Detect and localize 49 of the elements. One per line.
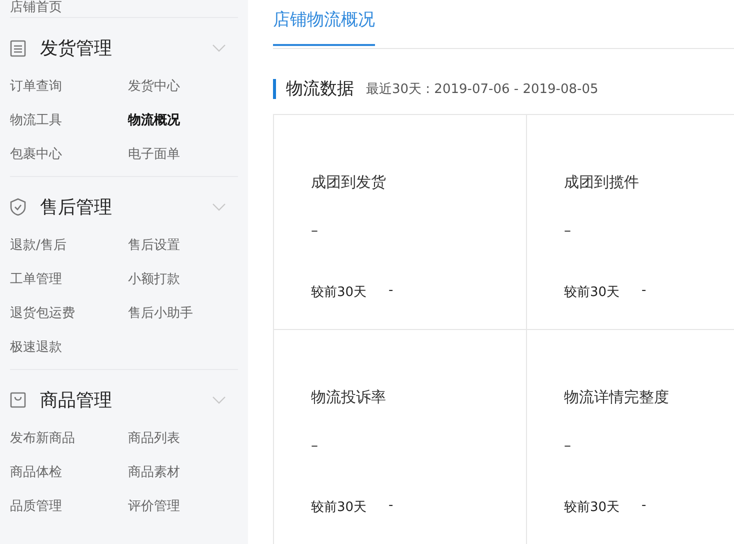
compare-label: 较前30天: [564, 284, 620, 301]
compare-value: -: [642, 283, 646, 300]
document-icon: [10, 40, 26, 56]
sidebar-item[interactable]: 发布新商品: [10, 422, 75, 456]
shield-check-icon: [10, 198, 26, 216]
metric-title: 成团到揽件: [564, 173, 640, 193]
section-title[interactable]: 发货管理: [40, 36, 212, 60]
compare-label: 较前30天: [564, 499, 620, 516]
compare-value: -: [388, 498, 394, 515]
metric-title: 成团到发货: [311, 173, 387, 193]
bag-icon: [10, 392, 26, 408]
chevron-down-icon[interactable]: [212, 44, 226, 52]
compare-label: 较前30天: [311, 499, 367, 516]
sidebar-item[interactable]: 电子面单: [128, 138, 180, 172]
section-title: 物流数据: [286, 78, 354, 100]
sidebar-item[interactable]: 订单查询: [10, 70, 62, 104]
tab[interactable]: 店铺物流概况: [273, 0, 375, 46]
sidebar-item[interactable]: 售后设置: [128, 229, 180, 263]
sidebar-item[interactable]: 物流概况: [128, 104, 180, 138]
sidebar-item[interactable]: 退货包运费: [10, 297, 75, 331]
sidebar-item[interactable]: 包裹中心: [10, 138, 62, 172]
sidebar-item[interactable]: 小额打款: [128, 263, 180, 297]
metric-value: –: [564, 438, 572, 456]
sidebar-item[interactable]: 商品列表: [128, 422, 180, 456]
sidebar-item[interactable]: 评价管理: [128, 490, 180, 524]
date-range: 最近30天 : 2019-07-06 - 2019-08-05: [366, 80, 598, 98]
sidebar-item[interactable]: 商品素材: [128, 456, 180, 490]
sidebar-item[interactable]: 店铺首页: [10, 0, 238, 17]
section-title[interactable]: 售后管理: [40, 195, 212, 219]
accent-bar: [273, 78, 276, 98]
sidebar-item[interactable]: 物流工具: [10, 104, 62, 138]
compare-label: 较前30天: [311, 284, 367, 301]
sidebar-item[interactable]: 售后小助手: [128, 297, 193, 331]
sidebar-item[interactable]: 工单管理: [10, 263, 62, 297]
sidebar-item[interactable]: 商品体检: [10, 456, 62, 490]
metric-value: –: [311, 438, 319, 456]
metric-title: 物流投诉率: [311, 388, 387, 408]
metric-value: –: [311, 223, 319, 241]
sidebar-item[interactable]: 品质管理: [10, 490, 62, 524]
chevron-down-icon[interactable]: [212, 396, 226, 404]
sidebar-item[interactable]: 极速退款: [10, 331, 62, 365]
metric-value: –: [564, 223, 572, 241]
compare-value: -: [388, 283, 394, 300]
sidebar-item[interactable]: 退款/售后: [10, 229, 66, 263]
sidebar-item[interactable]: 发货中心: [128, 70, 180, 104]
metric-title: 物流详情完整度: [564, 388, 670, 408]
chevron-down-icon[interactable]: [212, 203, 226, 211]
section-title[interactable]: 商品管理: [40, 388, 212, 412]
compare-value: -: [642, 498, 646, 515]
